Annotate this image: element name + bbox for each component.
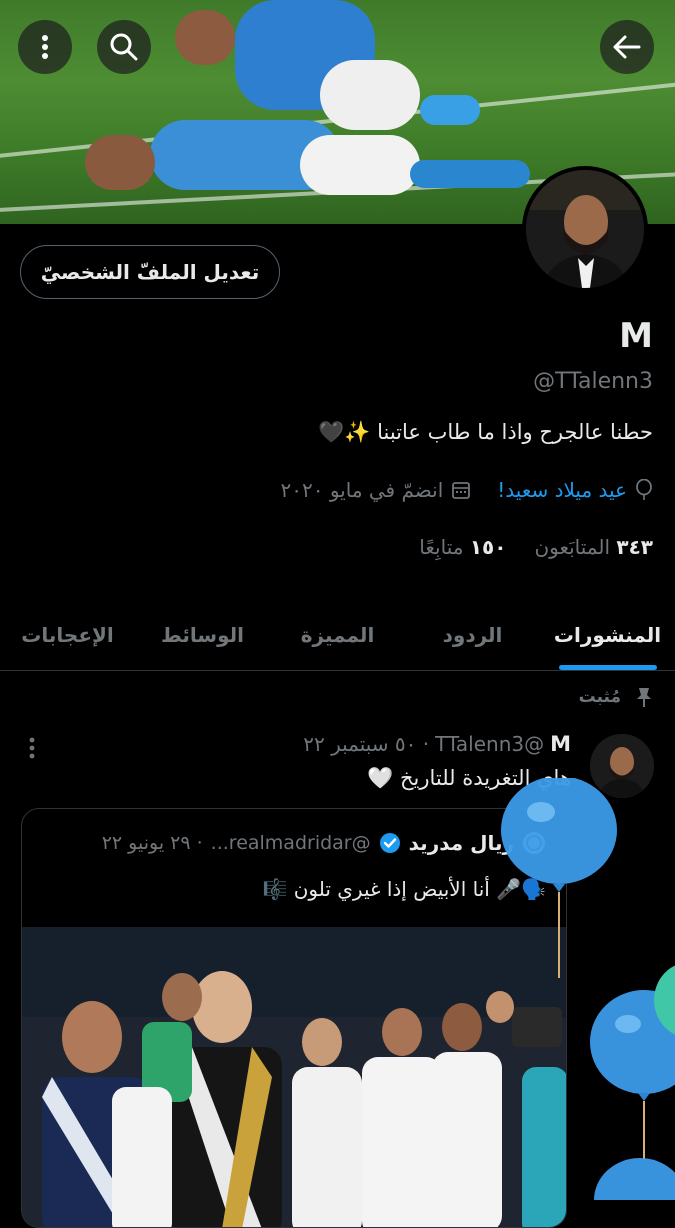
balloon-decoration bbox=[654, 965, 675, 1035]
joined-date: انضمّ في مايو ٢٠٢٠ bbox=[280, 478, 444, 502]
tab-media[interactable]: الوسائط bbox=[135, 600, 270, 670]
followers-label: المتابَعون bbox=[534, 535, 611, 559]
tweet-date[interactable]: · ٥٠ سبتمبر ٢٢ bbox=[303, 732, 429, 756]
followers-stat[interactable]: ٣٤٣ المتابَعون bbox=[534, 535, 653, 559]
calendar-icon bbox=[452, 482, 471, 499]
back-button[interactable] bbox=[600, 20, 654, 74]
tweet-header: M @TTalenn3 · ٥٠ سبتمبر ٢٢ bbox=[303, 732, 571, 756]
profile-stats: ٣٤٣ المتابَعون ١٥٠ متابِعًا bbox=[419, 535, 653, 559]
profile-name: M bbox=[619, 316, 653, 356]
balloon-icon bbox=[636, 479, 652, 500]
tab-likes[interactable]: الإعجابات bbox=[0, 600, 135, 670]
more-vertical-icon bbox=[29, 737, 35, 759]
tab-replies[interactable]: الردود bbox=[405, 600, 540, 670]
more-button[interactable] bbox=[18, 20, 72, 74]
quoted-tweet-photo[interactable] bbox=[22, 927, 566, 1227]
celebration-photo bbox=[22, 927, 566, 1227]
pinned-indicator: مُثبت bbox=[579, 686, 653, 708]
tab-posts[interactable]: المنشورات bbox=[540, 600, 675, 670]
player-shorts bbox=[320, 60, 420, 130]
following-stat[interactable]: ١٥٠ متابِعًا bbox=[419, 535, 506, 559]
following-count: ١٥٠ bbox=[469, 535, 507, 559]
quoted-tweet-header: ريال مدريد @realmadridar... · ٢٩ يونيو ٢… bbox=[102, 831, 546, 855]
tweet-author-handle[interactable]: @TTalenn3 bbox=[435, 732, 544, 756]
following-label: متابِعًا bbox=[419, 535, 464, 559]
verified-badge-icon bbox=[379, 833, 400, 853]
pin-icon bbox=[637, 688, 651, 707]
edit-profile-button[interactable]: تعديل الملفّ الشخصيّ bbox=[20, 245, 280, 299]
followers-count: ٣٤٣ bbox=[616, 535, 653, 559]
quoted-tweet[interactable]: ريال مدريد @realmadridar... · ٢٩ يونيو ٢… bbox=[21, 808, 567, 1228]
player-head bbox=[85, 135, 155, 190]
player-head bbox=[175, 10, 235, 65]
more-vertical-icon bbox=[42, 35, 48, 59]
arrow-left-icon bbox=[613, 35, 641, 59]
quoted-date: · ٢٩ يونيو ٢٢ bbox=[101, 832, 203, 854]
tweet-author-name[interactable]: M bbox=[550, 732, 571, 756]
profile-avatar[interactable] bbox=[522, 166, 648, 292]
profile-meta: عيد ميلاد سعيد! انضمّ في مايو ٢٠٢٠ bbox=[281, 478, 654, 502]
balloon-decoration bbox=[501, 778, 617, 978]
tab-highlights[interactable]: المميزة bbox=[270, 600, 405, 670]
profile-tabs: المنشورات الردود المميزة الوسائط الإعجاب… bbox=[0, 600, 675, 671]
player-socks bbox=[420, 95, 480, 125]
quoted-author-handle: @realmadridar... bbox=[210, 832, 371, 854]
tweet-more-button[interactable] bbox=[28, 736, 36, 764]
pinned-label: مُثبت bbox=[578, 687, 621, 707]
search-button[interactable] bbox=[97, 20, 151, 74]
profile-handle: @TTalenn3 bbox=[533, 369, 653, 394]
player-shorts bbox=[300, 135, 420, 195]
player-socks bbox=[410, 160, 530, 188]
search-icon bbox=[110, 33, 138, 61]
avatar-image bbox=[526, 170, 644, 288]
birthday-link[interactable]: عيد ميلاد سعيد! bbox=[497, 478, 627, 502]
profile-bio: حطنا عالجرح واذا ما طاب عاتبنا ✨🖤 bbox=[318, 420, 653, 444]
